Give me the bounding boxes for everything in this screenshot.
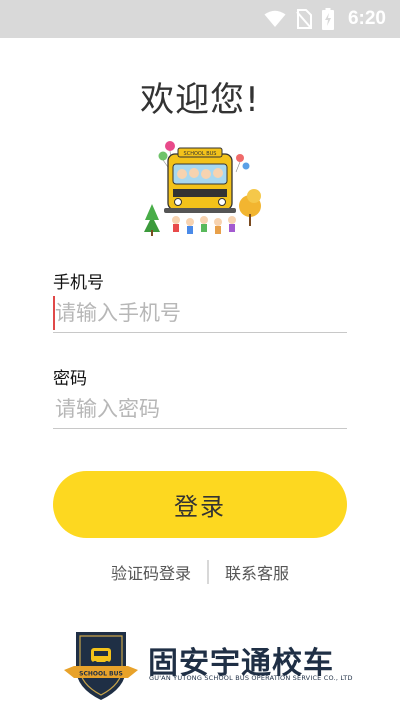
sms-login-link[interactable]: 验证码登录 [111,560,191,584]
school-bus-illustration: SCHOOL BUS [144,141,261,236]
company-badge-logo: SCHOOL BUS [64,632,138,700]
no-sim-icon [296,9,312,29]
text-cursor [53,296,55,330]
contact-service-link[interactable]: 联系客服 [225,560,289,584]
secondary-links: 验证码登录 联系客服 [0,560,400,584]
badge-text: SCHOOL BUS [79,671,123,678]
login-button[interactable]: 登录 [53,471,347,538]
wifi-icon [264,10,286,28]
welcome-title: 欢迎您! [140,80,260,120]
battery-charging-icon [321,8,334,30]
bus-sign-text: SCHOOL BUS [184,151,217,157]
phone-input[interactable] [53,293,347,333]
phone-label: 手机号 [53,273,104,293]
password-label: 密码 [53,369,87,389]
status-bar: 6:20 [0,0,400,38]
brand-subtitle: GU'AN YUTONG SCHOOL BUS OPERATION SERVIC… [149,674,353,682]
status-time: 6:20 [347,8,386,29]
link-divider [207,560,209,584]
password-input[interactable] [53,389,347,429]
